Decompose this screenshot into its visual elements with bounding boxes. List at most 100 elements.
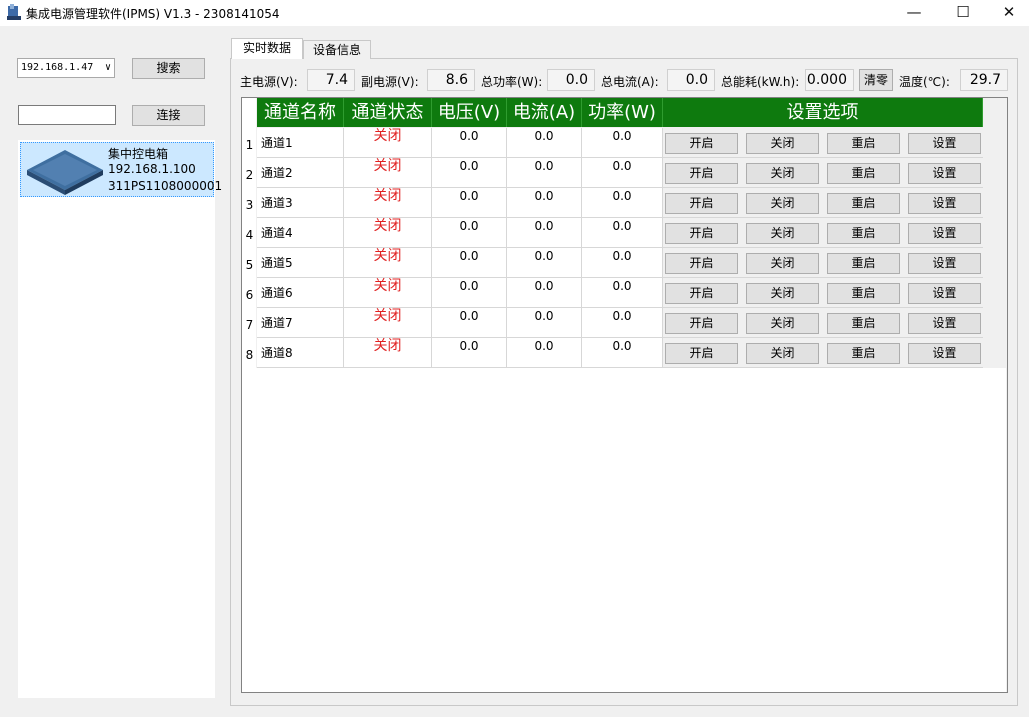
channel-name-cell[interactable]: 通道8 — [257, 338, 344, 368]
restart-button[interactable]: 重启 — [827, 163, 900, 184]
row-number[interactable]: 4 — [243, 218, 256, 248]
header-channel-name[interactable]: 通道名称 — [257, 98, 344, 127]
connect-input[interactable] — [18, 105, 116, 125]
settings-button[interactable]: 设置 — [908, 253, 981, 274]
open-button[interactable]: 开启 — [665, 253, 738, 274]
current-cell[interactable]: 0.0 — [507, 218, 582, 248]
channel-name-cell[interactable]: 通道6 — [257, 278, 344, 308]
current-cell[interactable]: 0.0 — [507, 308, 582, 338]
power-cell[interactable]: 0.0 — [582, 308, 663, 338]
current-cell[interactable]: 0.0 — [507, 338, 582, 368]
current-cell[interactable]: 0.0 — [507, 158, 582, 188]
close-channel-button[interactable]: 关闭 — [746, 193, 819, 214]
close-button[interactable]: ✕ — [986, 0, 1029, 26]
tab-device-info[interactable]: 设备信息 — [303, 40, 371, 59]
settings-button[interactable]: 设置 — [908, 283, 981, 304]
power-cell[interactable]: 0.0 — [582, 338, 663, 368]
channel-status-cell[interactable]: 关闭 — [344, 308, 432, 338]
maximize-button[interactable]: ☐ — [940, 0, 986, 26]
channel-name-cell[interactable]: 通道5 — [257, 248, 344, 278]
search-button[interactable]: 搜索 — [132, 58, 205, 79]
open-button[interactable]: 开启 — [665, 313, 738, 334]
current-cell[interactable]: 0.0 — [507, 278, 582, 308]
settings-button[interactable]: 设置 — [908, 343, 981, 364]
clear-button[interactable]: 清零 — [859, 69, 893, 91]
open-button[interactable]: 开启 — [665, 283, 738, 304]
close-channel-button[interactable]: 关闭 — [746, 343, 819, 364]
close-channel-button[interactable]: 关闭 — [746, 133, 819, 154]
channel-name-cell[interactable]: 通道1 — [257, 128, 344, 158]
channel-status-cell[interactable]: 关闭 — [344, 218, 432, 248]
channel-status-cell[interactable]: 关闭 — [344, 278, 432, 308]
channel-name-cell[interactable]: 通道7 — [257, 308, 344, 338]
channel-name-cell[interactable]: 通道3 — [257, 188, 344, 218]
channel-status-cell[interactable]: 关闭 — [344, 248, 432, 278]
main-power-label: 主电源(V): — [240, 75, 298, 89]
row-number[interactable]: 3 — [243, 188, 256, 218]
current-cell[interactable]: 0.0 — [507, 128, 582, 158]
open-button[interactable]: 开启 — [665, 163, 738, 184]
settings-button[interactable]: 设置 — [908, 133, 981, 154]
restart-button[interactable]: 重启 — [827, 133, 900, 154]
row-number[interactable]: 7 — [243, 308, 256, 338]
header-settings[interactable]: 设置选项 — [663, 98, 983, 127]
power-cell[interactable]: 0.0 — [582, 278, 663, 308]
settings-button[interactable]: 设置 — [908, 313, 981, 334]
restart-button[interactable]: 重启 — [827, 253, 900, 274]
row-number[interactable]: 8 — [243, 338, 256, 368]
restart-button[interactable]: 重启 — [827, 283, 900, 304]
restart-button[interactable]: 重启 — [827, 223, 900, 244]
open-button[interactable]: 开启 — [665, 133, 738, 154]
total-power-label: 总功率(W): — [481, 75, 543, 89]
channel-name-cell[interactable]: 通道2 — [257, 158, 344, 188]
voltage-cell[interactable]: 0.0 — [432, 338, 507, 368]
channel-name-cell[interactable]: 通道4 — [257, 218, 344, 248]
voltage-cell[interactable]: 0.0 — [432, 218, 507, 248]
voltage-cell[interactable]: 0.0 — [432, 308, 507, 338]
header-current[interactable]: 电流(A) — [507, 98, 582, 127]
restart-button[interactable]: 重启 — [827, 313, 900, 334]
current-cell[interactable]: 0.0 — [507, 188, 582, 218]
voltage-cell[interactable]: 0.0 — [432, 128, 507, 158]
connect-button[interactable]: 连接 — [132, 105, 205, 126]
settings-button[interactable]: 设置 — [908, 223, 981, 244]
channel-status-cell[interactable]: 关闭 — [344, 158, 432, 188]
temperature-label: 温度(℃): — [899, 75, 950, 89]
row-number[interactable]: 1 — [243, 128, 256, 158]
channel-status-cell[interactable]: 关闭 — [344, 128, 432, 158]
channel-status-cell[interactable]: 关闭 — [344, 338, 432, 368]
row-number[interactable]: 2 — [243, 158, 256, 188]
row-number[interactable]: 5 — [243, 248, 256, 278]
power-cell[interactable]: 0.0 — [582, 158, 663, 188]
open-button[interactable]: 开启 — [665, 193, 738, 214]
close-channel-button[interactable]: 关闭 — [746, 253, 819, 274]
device-list-item[interactable]: 集中控电箱 192.168.1.100 311PS1108000001 — [20, 142, 222, 197]
minimize-button[interactable]: — — [891, 0, 937, 26]
restart-button[interactable]: 重启 — [827, 193, 900, 214]
row-number[interactable]: 6 — [243, 278, 256, 308]
ip-select[interactable]: 192.168.1.47 ∨ — [17, 58, 115, 78]
power-cell[interactable]: 0.0 — [582, 128, 663, 158]
current-cell[interactable]: 0.0 — [507, 248, 582, 278]
close-channel-button[interactable]: 关闭 — [746, 223, 819, 244]
voltage-cell[interactable]: 0.0 — [432, 158, 507, 188]
settings-button[interactable]: 设置 — [908, 193, 981, 214]
voltage-cell[interactable]: 0.0 — [432, 188, 507, 218]
close-channel-button[interactable]: 关闭 — [746, 283, 819, 304]
restart-button[interactable]: 重启 — [827, 343, 900, 364]
open-button[interactable]: 开启 — [665, 343, 738, 364]
open-button[interactable]: 开启 — [665, 223, 738, 244]
close-channel-button[interactable]: 关闭 — [746, 163, 819, 184]
voltage-cell[interactable]: 0.0 — [432, 248, 507, 278]
close-channel-button[interactable]: 关闭 — [746, 313, 819, 334]
power-cell[interactable]: 0.0 — [582, 218, 663, 248]
header-voltage[interactable]: 电压(V) — [432, 98, 507, 127]
settings-button[interactable]: 设置 — [908, 163, 981, 184]
header-channel-status[interactable]: 通道状态 — [344, 98, 432, 127]
channel-status-cell[interactable]: 关闭 — [344, 188, 432, 218]
power-cell[interactable]: 0.0 — [582, 188, 663, 218]
header-power[interactable]: 功率(W) — [582, 98, 663, 127]
tab-realtime-data[interactable]: 实时数据 — [231, 38, 303, 59]
voltage-cell[interactable]: 0.0 — [432, 278, 507, 308]
power-cell[interactable]: 0.0 — [582, 248, 663, 278]
